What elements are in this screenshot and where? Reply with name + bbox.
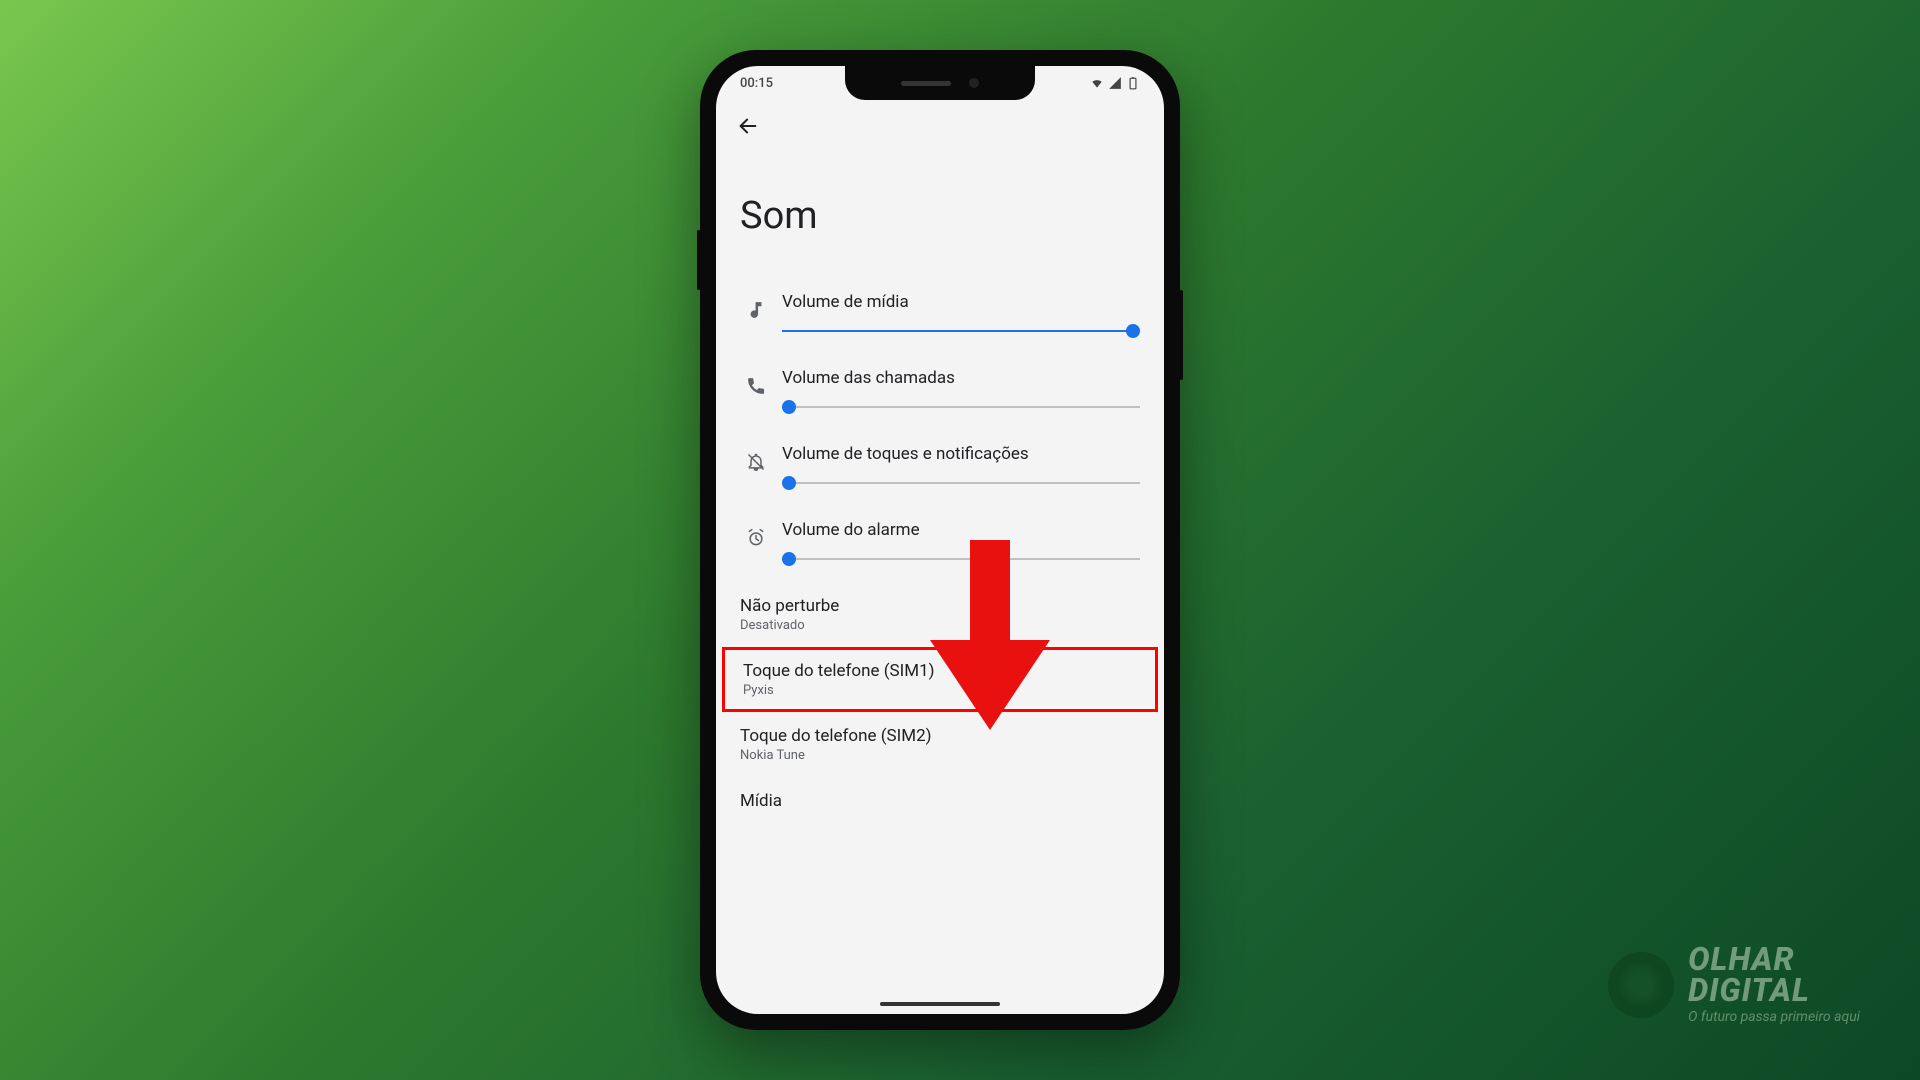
logo-mark-icon: [1608, 952, 1674, 1018]
alarm-clock-icon: [746, 528, 766, 548]
media-title: Mídia: [740, 791, 1140, 811]
phone-icon: [746, 376, 766, 396]
bell-off-icon: [746, 452, 766, 472]
battery-icon: [1126, 76, 1140, 90]
status-icons: [1090, 76, 1140, 90]
wifi-icon: [1090, 76, 1104, 90]
media-volume-slider[interactable]: [782, 322, 1140, 340]
ring-volume-row: Volume de toques e notificações: [716, 430, 1164, 506]
media-item[interactable]: Mídia: [716, 777, 1164, 825]
media-volume-label: Volume de mídia: [782, 292, 1140, 312]
status-time: 00:15: [740, 76, 773, 91]
phone-notch: [845, 66, 1035, 100]
page-title: Som: [716, 144, 1164, 278]
music-note-icon: [746, 300, 766, 320]
alarm-volume-label: Volume do alarme: [782, 520, 1140, 540]
annotation-arrow-down-icon: [930, 540, 1050, 740]
media-volume-row: Volume de mídia: [716, 278, 1164, 354]
call-volume-label: Volume das chamadas: [782, 368, 1140, 388]
ring-volume-label: Volume de toques e notificações: [782, 444, 1140, 464]
call-volume-row: Volume das chamadas: [716, 354, 1164, 430]
signal-icon: [1108, 76, 1122, 90]
logo-brand-line2: DIGITAL: [1688, 975, 1860, 1005]
call-volume-slider[interactable]: [782, 398, 1140, 416]
app-bar: [716, 100, 1164, 144]
ring-volume-slider[interactable]: [782, 474, 1140, 492]
home-indicator: [880, 1002, 1000, 1006]
arrow-left-icon: [737, 115, 759, 137]
branding-logo: OLHAR DIGITAL O futuro passa primeiro aq…: [1608, 944, 1860, 1025]
logo-tagline: O futuro passa primeiro aqui: [1688, 1009, 1860, 1025]
sim2-subtitle: Nokia Tune: [740, 748, 1140, 763]
back-button[interactable]: [736, 114, 760, 138]
